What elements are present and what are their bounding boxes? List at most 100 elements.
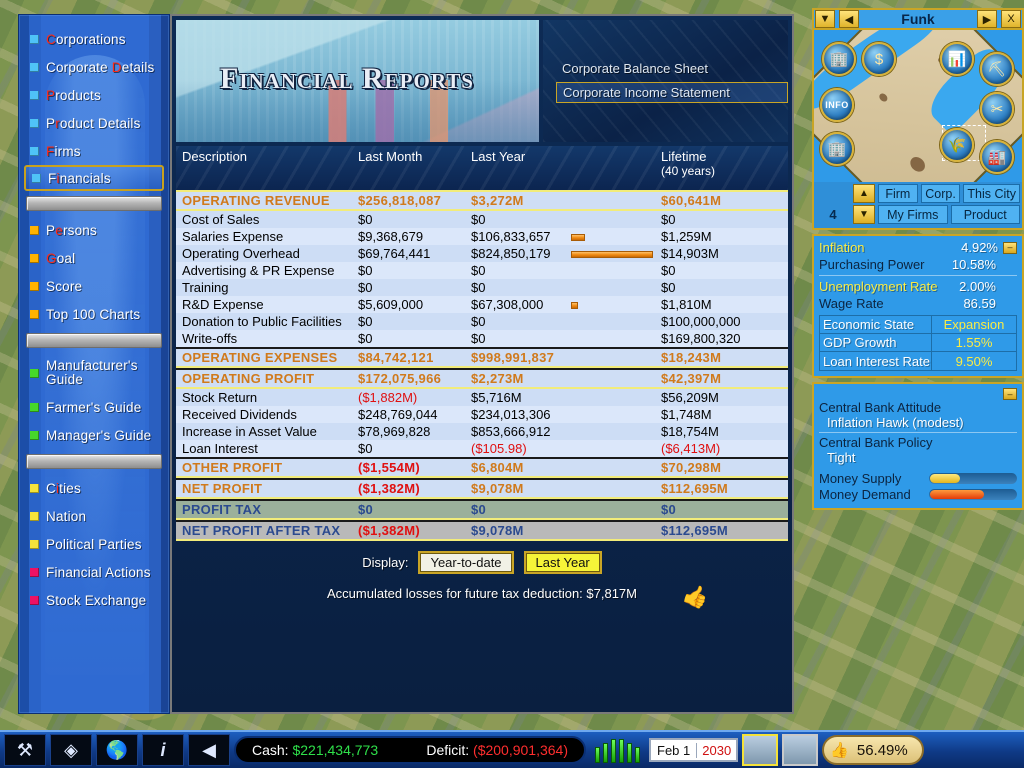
game-date[interactable]: Feb 1 2030: [649, 738, 739, 762]
nav-button-firm[interactable]: Firm: [878, 184, 918, 203]
sidebar-item-label: Financials: [48, 170, 111, 186]
farm-icon[interactable]: 🌾: [940, 128, 974, 162]
nav-row-2: 4 ▼ My Firms Product: [816, 205, 1020, 224]
info-icon[interactable]: i: [142, 734, 184, 766]
nav-button-my-firms[interactable]: My Firms: [878, 205, 948, 224]
close-icon[interactable]: X: [1001, 10, 1021, 28]
sidebar-item-firms[interactable]: Firms: [24, 137, 164, 165]
city-icon[interactable]: 🏢: [822, 42, 856, 76]
expense-bar: [571, 251, 653, 258]
sidebar-item-goal[interactable]: Goal: [24, 244, 164, 272]
grid-row-loan-interest-rate: Loan Interest Rate 9.50%: [820, 352, 1016, 370]
nav-button-product[interactable]: Product: [950, 205, 1020, 224]
nav-button-corp[interactable]: Corp.: [920, 184, 961, 203]
thumbs-up-icon: 👍: [830, 742, 849, 759]
building-icon[interactable]: 🏢: [820, 132, 854, 166]
cell-last-year: $9,078M: [471, 523, 524, 538]
sidebar-bullet-icon: [30, 309, 39, 319]
factory-icon[interactable]: 🏭: [980, 140, 1014, 174]
cell-last-year: $234,013,306: [471, 407, 551, 422]
sidebar-item-manufacturer-s-guide[interactable]: Manufacturer's Guide: [24, 353, 164, 393]
speed-bar-segment[interactable]: [635, 747, 640, 763]
scroll-up-icon[interactable]: ▲: [853, 184, 875, 203]
speed-bar-segment[interactable]: [595, 747, 600, 763]
last-year-button[interactable]: Last Year: [523, 551, 602, 574]
approval-rating[interactable]: 👍 56.49%: [822, 735, 924, 765]
district-view-thumbnail[interactable]: [782, 734, 819, 766]
tab-corporate-balance-sheet[interactable]: Corporate Balance Sheet: [556, 59, 788, 78]
minimap[interactable]: 🏢 $ 📊 ⛏ INFO ✂ 🏢 🌾 🏭: [812, 30, 1024, 182]
sidebar-item-farmer-s-guide[interactable]: Farmer's Guide: [24, 393, 164, 421]
sidebar-item-corporate-details[interactable]: Corporate Details: [24, 53, 164, 81]
money-supply-label: Money Supply: [819, 470, 902, 486]
cell-description: Loan Interest: [182, 441, 258, 456]
sidebar-item-label: Manager's Guide: [46, 427, 152, 443]
sidebar-item-label: Nation: [46, 508, 87, 524]
sidebar-item-financial-actions[interactable]: Financial Actions: [24, 558, 164, 586]
chart-icon[interactable]: 📊: [940, 42, 974, 76]
cell-description: Write-offs: [182, 331, 238, 346]
sidebar-item-political-parties[interactable]: Political Parties: [24, 530, 164, 558]
map-grid-icon[interactable]: ◈: [50, 734, 92, 766]
sidebar-item-stock-exchange[interactable]: Stock Exchange: [24, 586, 164, 614]
sidebar-bullet-icon: [30, 146, 39, 156]
speed-bar-segment[interactable]: [619, 739, 624, 763]
money-demand-meter: [929, 488, 1017, 500]
sidebar-item-label: Top 100 Charts: [46, 306, 141, 322]
sidebar-item-financials[interactable]: Financials: [24, 165, 164, 191]
report-tab-list: Corporate Balance Sheet Corporate Income…: [543, 20, 788, 142]
game-speed-indicator[interactable]: [590, 737, 645, 763]
collapse-icon[interactable]: –: [1003, 388, 1017, 400]
info-icon[interactable]: INFO: [820, 88, 854, 122]
income-statement-table: OPERATING REVENUE $256,818,087 $3,272M $60,…: [176, 190, 788, 541]
sidebar-item-score[interactable]: Score: [24, 272, 164, 300]
city-view-thumbnail[interactable]: [742, 734, 779, 766]
divider: [819, 275, 1017, 276]
cell-lifetime: $18,243M: [661, 350, 722, 365]
build-tools-icon[interactable]: ⚒: [4, 734, 46, 766]
sidebar-bullet-icon: [30, 225, 39, 235]
money-icon[interactable]: $: [862, 42, 896, 76]
sidebar-item-product-details[interactable]: Product Details: [24, 109, 164, 137]
tab-corporate-income-statement[interactable]: Corporate Income Statement: [556, 82, 788, 103]
dropdown-arrow-icon[interactable]: ▼: [815, 10, 835, 28]
sidebar-item-persons[interactable]: Persons: [24, 216, 164, 244]
cell-last-year: $998,991,837: [471, 350, 555, 365]
cell-last-month: $84,742,121: [358, 350, 434, 365]
speed-bar-segment[interactable]: [627, 743, 632, 763]
speed-bar-segment[interactable]: [603, 743, 608, 763]
inflation-value: 4.92%: [961, 240, 998, 255]
table-row: Increase in Asset Value $78,969,828 $853,6…: [176, 423, 788, 440]
cell-last-year: $67,308,000: [471, 297, 661, 312]
cell-last-month: ($1,882M): [358, 390, 418, 405]
sidebar-item-products[interactable]: Products: [24, 81, 164, 109]
speed-bar-segment[interactable]: [611, 739, 616, 763]
scroll-down-icon[interactable]: ▼: [853, 205, 875, 224]
app-root: Corporations Corporate Details Products Pro…: [0, 0, 1024, 768]
cell-last-year: $0: [471, 502, 487, 517]
sidebar-item-corporations[interactable]: Corporations: [24, 25, 164, 53]
sidebar-bullet-icon: [30, 402, 39, 412]
sidebar-bullet-icon: [30, 90, 39, 100]
nav-button-this-city[interactable]: This City: [963, 184, 1020, 203]
sidebar-bullet-icon: [30, 368, 39, 378]
sidebar-item-cities[interactable]: Cities: [24, 474, 164, 502]
sidebar-item-nation[interactable]: Nation: [24, 502, 164, 530]
cell-description: OPERATING PROFIT: [182, 371, 315, 386]
world-map-icon[interactable]: 🌎: [96, 734, 138, 766]
deficit-value: ($200,901,364): [473, 742, 568, 758]
sidebar-item-top-100-charts[interactable]: Top 100 Charts: [24, 300, 164, 328]
sidebar-menu: Corporations Corporate Details Products Pro…: [19, 15, 169, 614]
collapse-icon[interactable]: –: [1003, 241, 1017, 254]
sidebar-item-manager-s-guide[interactable]: Manager's Guide: [24, 421, 164, 449]
year-to-date-button[interactable]: Year-to-date: [418, 551, 514, 574]
back-icon[interactable]: ◀: [188, 734, 230, 766]
next-arrow-icon[interactable]: ▶: [977, 10, 997, 28]
tools-icon[interactable]: ✂: [980, 92, 1014, 126]
previous-arrow-icon[interactable]: ◀: [839, 10, 859, 28]
economy-stats-panel: Inflation 4.92% – Purchasing Power 10.58…: [812, 234, 1024, 378]
sidebar-item-label: Goal: [46, 250, 76, 266]
mine-icon[interactable]: ⛏: [980, 52, 1014, 86]
cell-last-month: $248,769,044: [358, 407, 438, 422]
window-title: Funk: [901, 11, 935, 27]
